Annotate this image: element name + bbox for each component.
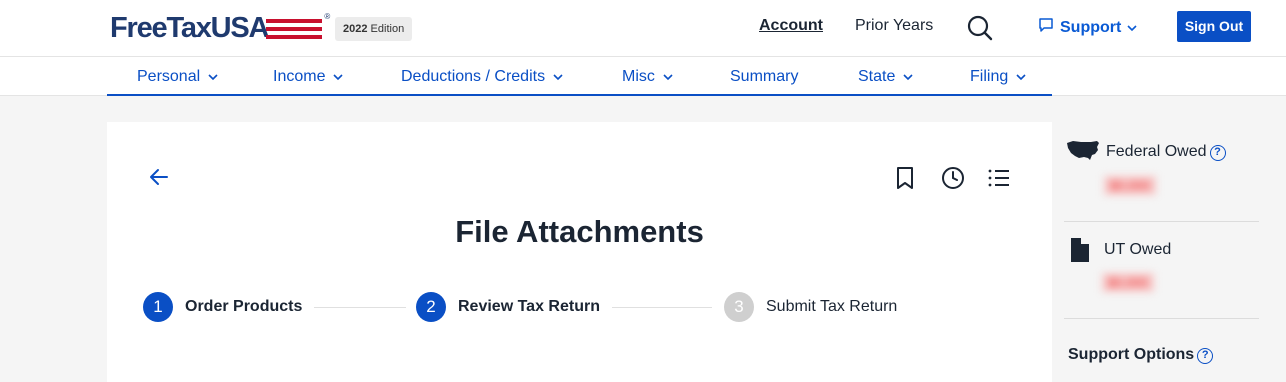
- section-nav: Personal Income Deductions / Credits Mis…: [0, 57, 1286, 96]
- nav-item-deductions-credits[interactable]: Deductions / Credits: [401, 68, 563, 86]
- usa-map-icon: [1066, 140, 1100, 167]
- registered-mark: ®: [324, 12, 331, 21]
- federal-owed: Federal Owed?: [1106, 143, 1226, 161]
- chat-bubble-icon: [1038, 17, 1054, 38]
- step-label: Submit Tax Return: [766, 298, 898, 315]
- nav-item-misc[interactable]: Misc: [622, 68, 673, 86]
- chevron-down-icon: [553, 74, 563, 81]
- nav-item-income[interactable]: Income: [273, 68, 344, 86]
- support-label: Support: [1060, 18, 1122, 36]
- section-nav-bar: Personal Income Deductions / Credits Mis…: [107, 57, 1052, 96]
- nav-item-filing[interactable]: Filing: [970, 68, 1026, 86]
- top-header: FreeTaxUSA ® 2022 Edition Account Prior …: [0, 0, 1286, 57]
- state-owed-value: $0,000: [1102, 273, 1154, 292]
- chevron-down-icon: [208, 74, 218, 81]
- nav-label: State: [858, 68, 896, 85]
- nav-item-state[interactable]: State: [858, 68, 913, 86]
- freetaxusa-logo[interactable]: FreeTaxUSA ®: [110, 12, 330, 45]
- nav-item-summary[interactable]: Summary: [730, 68, 798, 86]
- help-circle-icon[interactable]: ?: [1197, 348, 1214, 364]
- edition-label: Edition: [370, 23, 405, 35]
- nav-label: Income: [273, 68, 326, 85]
- sign-out-button[interactable]: Sign Out: [1177, 11, 1251, 42]
- chevron-down-icon: [663, 74, 673, 81]
- nav-label: Deductions / Credits: [401, 68, 546, 85]
- step-connector: [314, 307, 406, 308]
- history-clock-icon[interactable]: [941, 166, 965, 190]
- step-submit-tax-return: 3 Submit Tax Return: [724, 292, 897, 322]
- edition-year: 2022: [343, 23, 368, 35]
- sidebar-divider: [1064, 318, 1259, 319]
- step-label: Order Products: [185, 298, 303, 315]
- account-link[interactable]: Account: [759, 17, 823, 35]
- list-menu-icon[interactable]: [987, 166, 1011, 190]
- chevron-down-icon: [1016, 74, 1026, 81]
- logo-flag-stripes: [266, 16, 323, 42]
- utah-state-icon: [1070, 238, 1090, 267]
- search-icon[interactable]: [966, 14, 994, 42]
- chevron-down-icon: [333, 74, 344, 81]
- step-number: 1: [143, 292, 173, 322]
- logo-text: FreeTaxUSA: [110, 12, 270, 44]
- bookmark-icon[interactable]: [893, 166, 917, 190]
- step-number: 3: [724, 292, 754, 322]
- back-arrow-icon[interactable]: [148, 166, 170, 188]
- chevron-down-icon: [1127, 19, 1137, 37]
- step-number: 2: [416, 292, 446, 322]
- nav-label: Filing: [970, 68, 1009, 85]
- step-order-products[interactable]: 1 Order Products: [143, 292, 302, 322]
- state-owed: UT Owed: [1104, 241, 1171, 259]
- page-title: File Attachments: [455, 214, 704, 249]
- chevron-down-icon: [903, 74, 913, 81]
- help-circle-icon[interactable]: ?: [1209, 145, 1226, 161]
- nav-label: Personal: [137, 68, 201, 85]
- support-options-label: Support Options: [1068, 346, 1195, 363]
- prior-years-link[interactable]: Prior Years: [855, 17, 933, 35]
- support-menu[interactable]: Support: [1038, 17, 1137, 38]
- nav-item-personal[interactable]: Personal: [137, 68, 218, 86]
- step-review-tax-return[interactable]: 2 Review Tax Return: [416, 292, 600, 322]
- nav-label: Misc: [622, 68, 655, 85]
- state-owed-label: UT Owed: [1104, 241, 1172, 258]
- main-card: [107, 122, 1052, 382]
- step-connector: [612, 307, 712, 308]
- federal-owed-value: $0,000: [1104, 176, 1156, 195]
- nav-label: Summary: [730, 68, 799, 85]
- edition-badge: 2022 Edition: [335, 17, 413, 41]
- step-label: Review Tax Return: [458, 298, 600, 315]
- federal-owed-label: Federal Owed: [1106, 143, 1207, 160]
- support-options[interactable]: Support Options?: [1068, 346, 1214, 364]
- sidebar-divider: [1064, 221, 1259, 222]
